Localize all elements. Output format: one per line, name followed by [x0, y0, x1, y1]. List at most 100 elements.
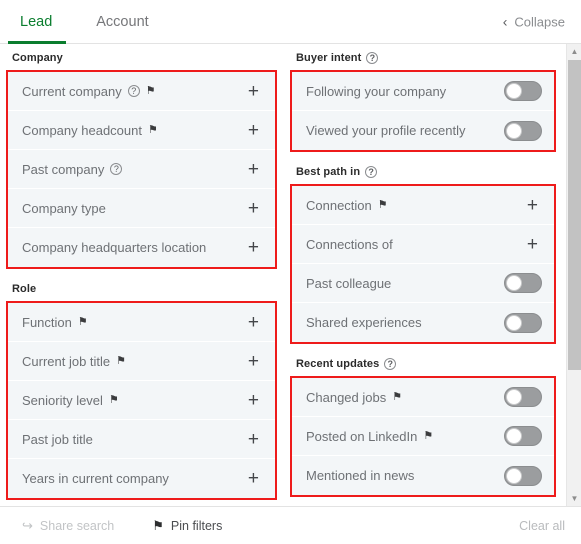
- add-filter-plus-icon[interactable]: +: [244, 121, 263, 140]
- pin-icon[interactable]: ⚑: [146, 85, 156, 97]
- filter-section-company: Company Current company? ⚑ + Company headcou…: [6, 52, 277, 269]
- filter-row-past-company[interactable]: Past company? +: [8, 150, 275, 189]
- section-title: Buyer intent?: [290, 52, 556, 70]
- filter-name: Current company: [22, 83, 122, 99]
- pin-icon[interactable]: ⚑: [116, 355, 126, 367]
- pin-icon[interactable]: ⚑: [109, 394, 119, 406]
- filter-row-past-colleague[interactable]: Past colleague: [292, 264, 554, 303]
- filter-row-label: Connections of: [306, 237, 523, 252]
- help-icon[interactable]: ?: [110, 163, 123, 175]
- pin-icon[interactable]: ⚑: [423, 430, 433, 442]
- help-icon[interactable]: ?: [365, 166, 378, 178]
- add-filter-plus-icon[interactable]: +: [244, 352, 263, 371]
- pin-icon[interactable]: ⚑: [78, 316, 88, 328]
- annotation-highlight-box: Changed jobs ⚑ Posted on LinkedIn ⚑ Mentione…: [290, 376, 556, 497]
- add-filter-plus-icon[interactable]: +: [244, 469, 263, 488]
- toggle-switch[interactable]: [504, 273, 542, 293]
- toggle-switch[interactable]: [504, 312, 542, 333]
- add-filter-plus-icon[interactable]: +: [244, 82, 263, 101]
- filter-row-company-headcount[interactable]: Company headcount ⚑ +: [8, 111, 275, 150]
- toggle-switch[interactable]: [504, 81, 542, 101]
- filter-row-group: Current company? ⚑ + Company headcount ⚑ + Pas…: [8, 72, 275, 267]
- toggle-knob: [506, 314, 522, 331]
- filter-row-past-job-title[interactable]: Past job title +: [8, 420, 275, 459]
- filter-row-company-headquarters-location[interactable]: Company headquarters location +: [8, 228, 275, 267]
- filter-name: Past company: [22, 161, 105, 177]
- filter-row-connection[interactable]: Connection ⚑ +: [292, 186, 554, 225]
- pin-filters-label: Pin filters: [170, 518, 223, 533]
- filter-row-label: Past colleague: [306, 276, 504, 291]
- pin-icon[interactable]: ⚑: [148, 124, 158, 136]
- filter-row-label: Following your company: [306, 84, 504, 99]
- filter-row-label: Connection ⚑: [306, 198, 523, 213]
- filter-section-best-path-in: Best path in? Connection ⚑ + Connections of +…: [290, 166, 556, 344]
- filter-row-viewed-your-profile-recently[interactable]: Viewed your profile recently: [292, 111, 554, 150]
- share-search-button[interactable]: ↪ Share search: [22, 518, 114, 534]
- filter-name: Past colleague: [306, 275, 392, 291]
- filter-name: Seniority level: [22, 392, 103, 408]
- filter-row-group: Connection ⚑ + Connections of + Past colleagu…: [292, 186, 554, 342]
- toggle-switch[interactable]: [504, 426, 542, 446]
- filter-row-years-in-current-company[interactable]: Years in current company +: [8, 459, 275, 498]
- tab-account[interactable]: Account: [74, 0, 170, 43]
- filter-row-mentioned-in-news[interactable]: Mentioned in news: [292, 456, 554, 495]
- filter-row-following-your-company[interactable]: Following your company: [292, 72, 554, 111]
- help-icon[interactable]: ?: [366, 52, 379, 64]
- pin-filters-button[interactable]: ⚑ Pin filters: [152, 518, 222, 534]
- share-icon: ↪: [22, 517, 33, 533]
- toggle-knob: [506, 122, 522, 139]
- add-filter-plus-icon[interactable]: +: [244, 160, 263, 179]
- add-filter-plus-icon[interactable]: +: [523, 196, 542, 215]
- filter-row-shared-experiences[interactable]: Shared experiences: [292, 303, 554, 342]
- add-filter-plus-icon[interactable]: +: [523, 235, 542, 254]
- help-icon[interactable]: ?: [384, 358, 397, 370]
- tab-lead[interactable]: Lead: [0, 0, 74, 44]
- toggle-knob: [506, 275, 522, 291]
- filters-right-column: Buyer intent? Following your company Viewe…: [285, 52, 566, 506]
- pin-icon[interactable]: ⚑: [392, 391, 402, 403]
- scrollbar-thumb[interactable]: [568, 60, 581, 370]
- filter-section-buyer-intent: Buyer intent? Following your company Viewe…: [290, 52, 556, 152]
- panel-header: Lead Account ‹ Collapse: [0, 0, 581, 44]
- add-filter-plus-icon[interactable]: +: [244, 199, 263, 218]
- filter-row-changed-jobs[interactable]: Changed jobs ⚑: [292, 378, 554, 417]
- add-filter-plus-icon[interactable]: +: [244, 430, 263, 449]
- filter-name: Mentioned in news: [306, 468, 415, 483]
- filter-section-recent-updates: Recent updates? Changed jobs ⚑ Posted on Li…: [290, 358, 556, 497]
- filter-row-label: Seniority level ⚑: [22, 393, 244, 408]
- filter-name: Following your company: [306, 83, 447, 99]
- toggle-switch[interactable]: [504, 387, 542, 407]
- section-title: Best path in?: [290, 166, 556, 184]
- section-title-label: Company: [12, 52, 63, 64]
- toggle-switch[interactable]: [504, 465, 542, 486]
- help-icon[interactable]: ?: [127, 85, 140, 97]
- filter-row-label: Posted on LinkedIn ⚑: [306, 429, 504, 444]
- clear-all-button[interactable]: Clear all: [519, 519, 565, 533]
- tab-lead-label: Lead: [20, 13, 53, 30]
- filter-row-seniority-level[interactable]: Seniority level ⚑ +: [8, 381, 275, 420]
- filter-row-connections-of[interactable]: Connections of +: [292, 225, 554, 264]
- filter-name: Past job title: [22, 431, 93, 447]
- annotation-highlight-box: Current company? ⚑ + Company headcount ⚑ + Pas…: [6, 70, 277, 269]
- pin-icon[interactable]: ⚑: [378, 199, 388, 211]
- filter-row-function[interactable]: Function ⚑ +: [8, 303, 275, 342]
- scroll-down-arrow-icon[interactable]: ▼: [567, 491, 581, 506]
- scroll-up-arrow-icon[interactable]: ▲: [567, 44, 581, 59]
- filter-row-company-type[interactable]: Company type +: [8, 189, 275, 228]
- filter-row-label: Current company? ⚑: [22, 84, 244, 99]
- filter-row-posted-on-linkedin[interactable]: Posted on LinkedIn ⚑: [292, 417, 554, 456]
- toggle-knob: [506, 83, 522, 99]
- add-filter-plus-icon[interactable]: +: [244, 391, 263, 410]
- filter-row-current-job-title[interactable]: Current job title ⚑ +: [8, 342, 275, 381]
- filter-row-current-company[interactable]: Current company? ⚑ +: [8, 72, 275, 111]
- collapse-button[interactable]: ‹ Collapse: [503, 14, 565, 29]
- section-title-label: Best path in: [296, 166, 361, 178]
- toggle-switch[interactable]: [504, 120, 542, 141]
- add-filter-plus-icon[interactable]: +: [244, 238, 263, 257]
- filter-row-label: Changed jobs ⚑: [306, 390, 504, 405]
- filter-row-label: Company type: [22, 201, 244, 216]
- vertical-scrollbar[interactable]: ▲ ▼: [566, 44, 581, 506]
- toggle-knob: [506, 389, 522, 405]
- add-filter-plus-icon[interactable]: +: [244, 313, 263, 332]
- section-title-label: Role: [12, 283, 37, 295]
